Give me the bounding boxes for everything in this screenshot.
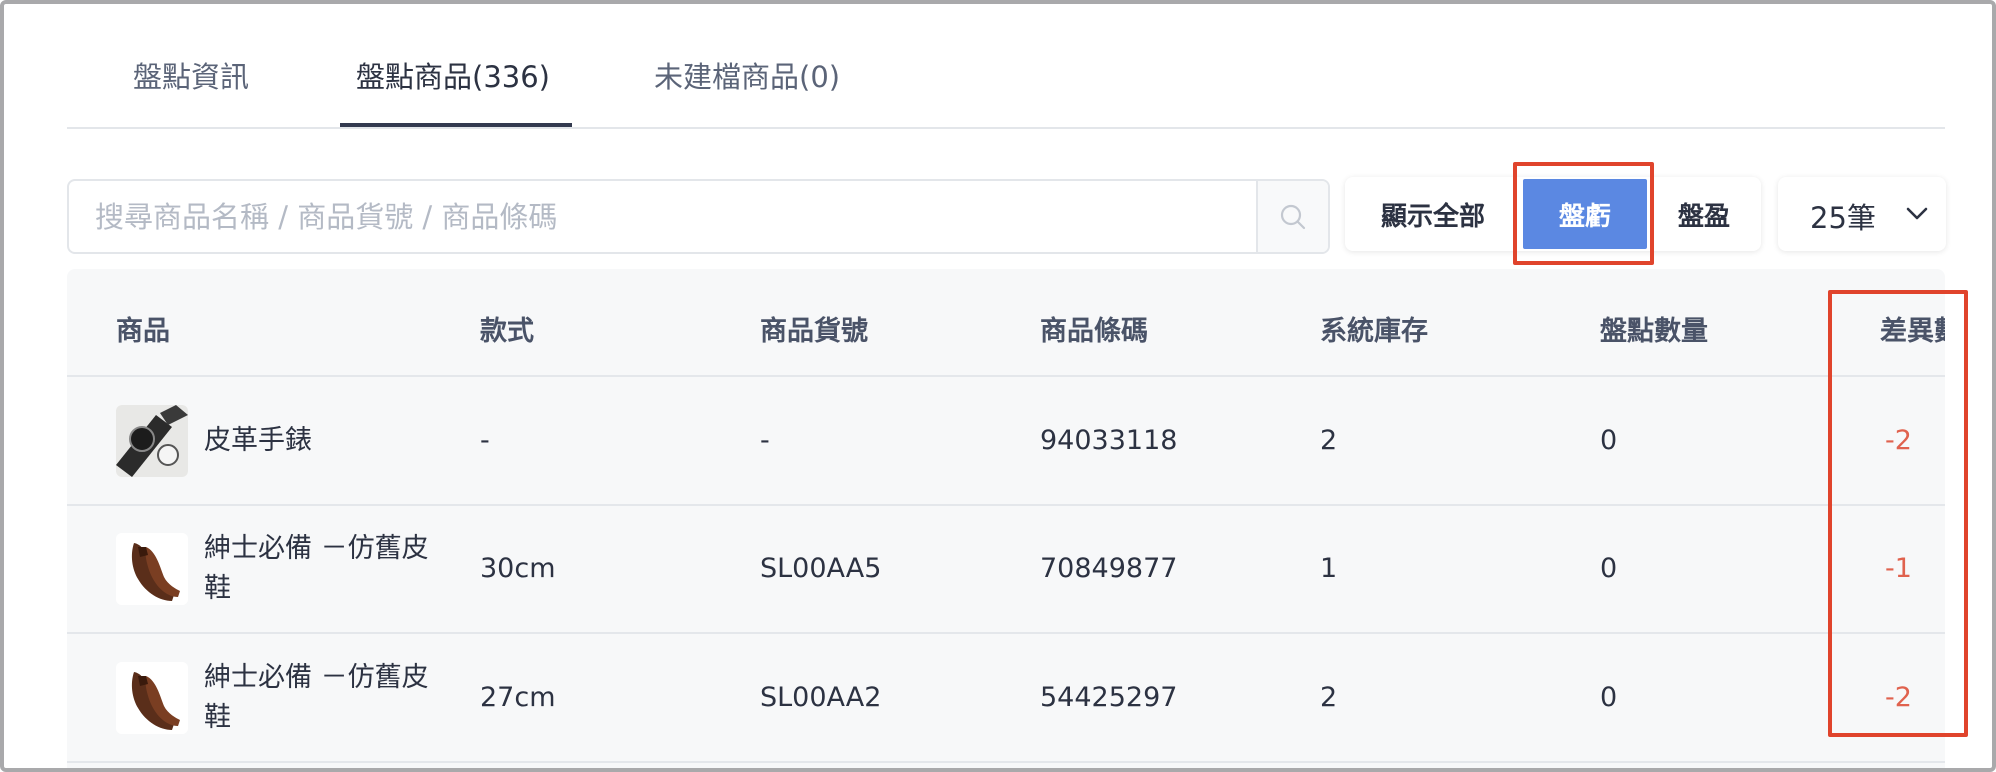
- inventory-table: 商品 款式 商品貨號 商品條碼 系統庫存 盤點數量 差異數 皮革手錶 - - 9…: [67, 269, 1945, 772]
- row-divider: [67, 375, 1945, 377]
- system-stock-cell: 1: [1320, 553, 1338, 584]
- search-box: [67, 179, 1330, 254]
- sku-cell: SL00AA5: [760, 553, 882, 584]
- active-tab-indicator: [340, 123, 572, 127]
- shoe-image: [116, 533, 188, 605]
- column-header-style: 款式: [480, 316, 534, 347]
- barcode-cell: 70849877: [1040, 553, 1178, 584]
- style-cell: -: [480, 425, 490, 456]
- barcode-cell: 94033118: [1040, 425, 1178, 456]
- column-header-barcode: 商品條碼: [1040, 316, 1148, 347]
- counted-qty-cell: 0: [1600, 553, 1618, 584]
- watch-image: [116, 405, 188, 477]
- chevron-down-icon: [1906, 207, 1928, 220]
- tab-bar: 盤點資訊 盤點商品(336) 未建檔商品(0): [67, 28, 1945, 129]
- search-button[interactable]: [1256, 181, 1328, 252]
- product-name-line: 紳士必備 －仿舊皮: [204, 662, 429, 693]
- sku-cell: -: [760, 425, 770, 456]
- style-cell: 27cm: [480, 682, 556, 713]
- tab-unregistered-products[interactable]: 未建檔商品(0): [654, 54, 840, 96]
- style-cell: 30cm: [480, 553, 556, 584]
- system-stock-cell: 2: [1320, 682, 1338, 713]
- product-name-line: 紳士必備 －仿舊皮: [204, 533, 429, 564]
- product-name-line: 鞋: [204, 702, 231, 733]
- sku-cell: SL00AA2: [760, 682, 882, 713]
- shoe-image: [116, 662, 188, 734]
- tab-count-products[interactable]: 盤點商品(336): [356, 54, 550, 96]
- counted-qty-cell: 0: [1600, 682, 1618, 713]
- search-icon: [1280, 204, 1306, 229]
- highlight-box-difference-column: [1828, 290, 1968, 737]
- column-header-sku: 商品貨號: [760, 316, 868, 347]
- page-size-select[interactable]: 25筆: [1778, 177, 1946, 251]
- highlight-box-loss-button: [1513, 162, 1654, 265]
- counted-qty-cell: 0: [1600, 425, 1618, 456]
- system-stock-cell: 2: [1320, 425, 1338, 456]
- search-input[interactable]: [69, 181, 1256, 252]
- column-header-product: 商品: [116, 316, 170, 347]
- product-name: 皮革手錶: [204, 425, 312, 456]
- row-divider: [67, 761, 1945, 763]
- row-divider: [67, 632, 1945, 634]
- column-header-counted-qty: 盤點數量: [1600, 316, 1708, 347]
- barcode-cell: 54425297: [1040, 682, 1178, 713]
- row-divider: [67, 504, 1945, 506]
- product-name-line: 鞋: [204, 573, 231, 604]
- column-header-system-stock: 系統庫存: [1320, 316, 1428, 347]
- page-size-value: 25筆: [1810, 201, 1876, 235]
- tab-count-info[interactable]: 盤點資訊: [133, 54, 249, 96]
- show-all-button[interactable]: 顯示全部: [1345, 177, 1521, 251]
- product-name: 紳士必備 －仿舊皮 鞋: [204, 658, 454, 738]
- product-name: 紳士必備 －仿舊皮 鞋: [204, 529, 454, 609]
- gain-filter-button[interactable]: 盤盈: [1647, 177, 1761, 251]
